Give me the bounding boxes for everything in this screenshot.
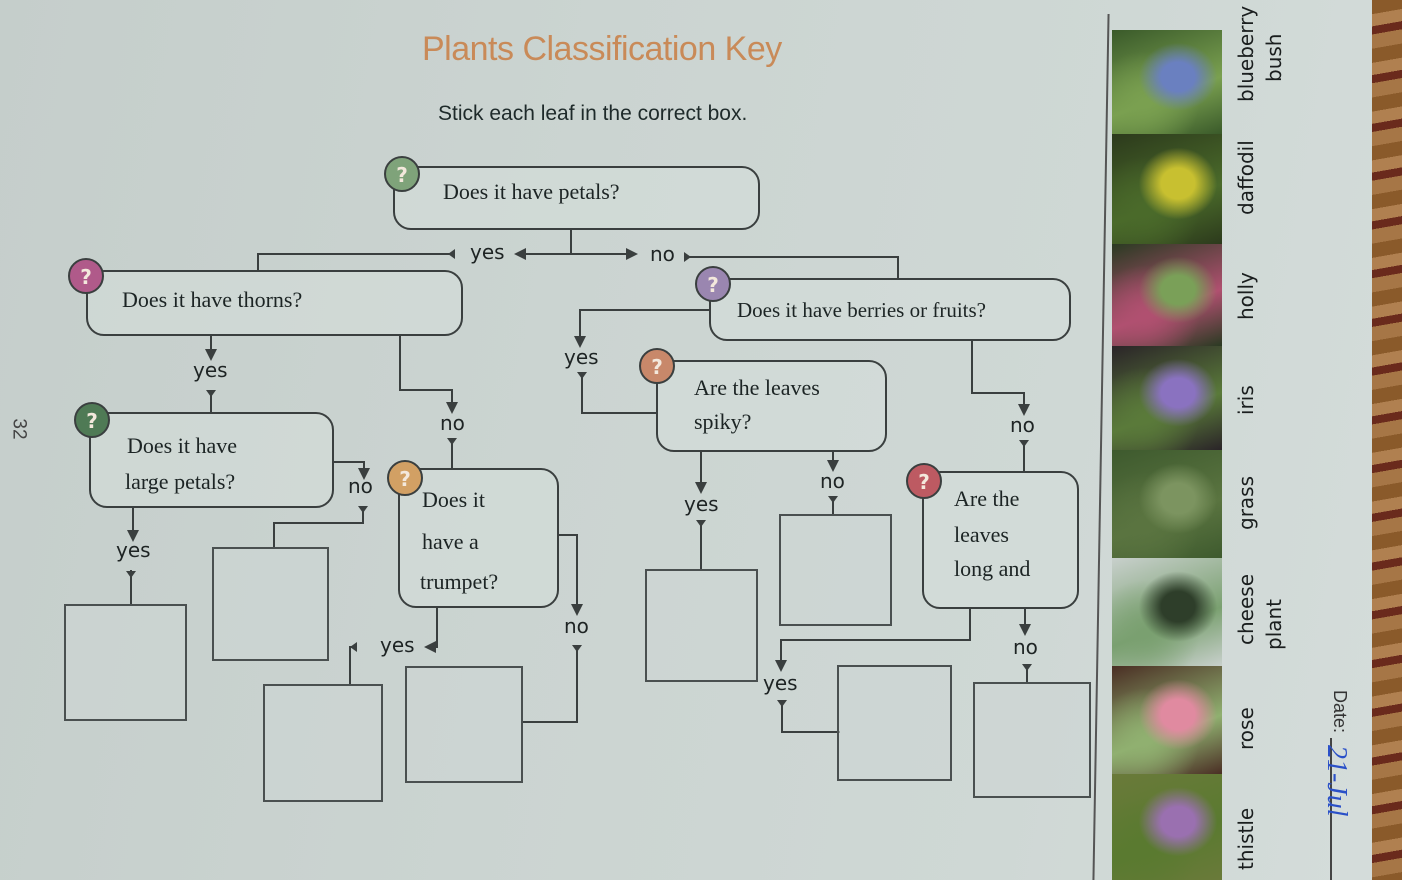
plant-label-iris: iris bbox=[1234, 385, 1258, 415]
branch-label-spiky-yes: yes bbox=[684, 492, 719, 516]
plant-photo-daffodil bbox=[1112, 134, 1222, 244]
branch-label-long-no: no bbox=[1013, 635, 1038, 659]
question-trumpet-line1: Does it bbox=[422, 487, 485, 512]
plant-photo-thistle bbox=[1112, 774, 1222, 880]
branch-label-trumpet-yes: yes bbox=[380, 633, 415, 657]
question-berries: Does it have berries or fruits? bbox=[709, 278, 1071, 341]
branch-label-large-petals-yes: yes bbox=[116, 538, 151, 562]
branch-label-long-yes: yes bbox=[763, 671, 798, 695]
question-trumpet-line2: have a bbox=[422, 529, 479, 554]
question-long-leaves-line3: long and bbox=[954, 556, 1031, 581]
date-label: Date: bbox=[1330, 690, 1350, 734]
arrowhead-q4-no-up bbox=[572, 645, 582, 652]
arrowhead-q6-yes-up bbox=[696, 520, 706, 527]
question-trumpet: Does it have a trumpet? bbox=[398, 468, 559, 608]
plant-photo-grass bbox=[1112, 450, 1222, 558]
question-large-petals-line2: large petals? bbox=[125, 469, 236, 494]
plant-label-blueberry: blueberry bbox=[1234, 5, 1258, 102]
arrowhead-q1-no-right bbox=[684, 252, 691, 262]
answer-box-long-yes[interactable] bbox=[837, 665, 952, 781]
connector-q5-yes bbox=[574, 309, 710, 348]
plant-photo-iris bbox=[1112, 346, 1222, 450]
question-mark-icon: ? bbox=[639, 348, 675, 384]
answer-box-large-petals-no[interactable] bbox=[212, 547, 329, 661]
question-spiky-line2: spiky? bbox=[694, 409, 752, 434]
question-thorns: Does it have thorns? bbox=[86, 270, 463, 336]
question-spiky: Are the leaves spiky? bbox=[656, 360, 887, 452]
arrowhead-q6-no-up bbox=[828, 496, 838, 503]
arrowhead-q3-yes-up bbox=[126, 571, 136, 578]
plant-label-daffodil: daffodil bbox=[1234, 140, 1258, 215]
answer-box-trumpet-no[interactable] bbox=[405, 666, 523, 783]
arrowhead-q2-yes-up bbox=[206, 390, 216, 397]
plant-photo-blueberry bbox=[1112, 30, 1222, 134]
answer-box-large-petals-yes[interactable] bbox=[64, 604, 187, 721]
question-mark-icon: ? bbox=[695, 266, 731, 302]
plant-label-holly: holly bbox=[1234, 272, 1258, 320]
question-trumpet-line3: trumpet? bbox=[420, 569, 499, 594]
arrowhead-q5-yes-up bbox=[577, 372, 587, 379]
plant-label-grass: grass bbox=[1234, 475, 1258, 530]
branch-label-thorns-no: no bbox=[440, 411, 465, 435]
question-large-petals-line1: Does it have bbox=[127, 433, 237, 458]
question-spiky-line1: Are the leaves bbox=[694, 375, 820, 400]
answer-box-trumpet-yes[interactable] bbox=[263, 684, 383, 802]
plant-label-cheese: cheese bbox=[1234, 573, 1258, 645]
question-mark-icon: ? bbox=[906, 463, 942, 499]
branch-label-petals-yes: yes bbox=[470, 240, 505, 264]
plant-label-rose: rose bbox=[1234, 707, 1258, 750]
question-mark-icon: ? bbox=[384, 156, 420, 192]
arrowhead-q2-no-up bbox=[447, 438, 457, 445]
answer-box-long-no[interactable] bbox=[973, 682, 1091, 798]
arrowhead-q7-yes-up bbox=[777, 700, 787, 707]
branch-label-spiky-no: no bbox=[820, 469, 845, 493]
question-thorns-text: Does it have thorns? bbox=[122, 287, 303, 312]
branch-label-large-petals-no: no bbox=[348, 474, 373, 498]
connector-q5-no bbox=[971, 340, 1030, 416]
plant-photo-strip: blueberry bush daffodil holly iris grass chees… bbox=[1112, 6, 1286, 880]
connector-q1-yes-to-q2 bbox=[257, 253, 455, 270]
connector-q4-yes-to-box bbox=[349, 646, 357, 686]
question-berries-text: Does it have berries or fruits? bbox=[737, 298, 986, 322]
branch-label-petals-no: no bbox=[650, 242, 675, 266]
arrowhead-q4-yes-left bbox=[350, 642, 357, 652]
question-petals: Does it have petals? bbox=[393, 166, 760, 230]
plant-photo-holly bbox=[1112, 244, 1222, 346]
plant-label-blueberry-line2: bush bbox=[1262, 33, 1286, 82]
connector-q7-yes-to-box bbox=[781, 700, 840, 733]
arrowhead-q5-no-up bbox=[1019, 440, 1029, 447]
date-value: 21-Jul bbox=[1321, 745, 1352, 817]
question-mark-icon: ? bbox=[387, 460, 423, 496]
arrowhead-q7-no-up bbox=[1022, 664, 1032, 671]
arrowhead-q1-yes-left bbox=[448, 249, 455, 259]
plant-photo-cheese bbox=[1112, 558, 1222, 666]
connector-q3-no bbox=[332, 461, 370, 480]
answer-box-spiky-no[interactable] bbox=[779, 514, 892, 626]
connector-q2-no bbox=[399, 336, 458, 414]
question-long-leaves: Are the leaves long and bbox=[922, 471, 1079, 609]
plant-label-cheese-line2: plant bbox=[1262, 598, 1286, 650]
branch-label-berries-no: no bbox=[1010, 413, 1035, 437]
question-mark-icon: ? bbox=[68, 258, 104, 294]
branch-label-thorns-yes: yes bbox=[193, 358, 228, 382]
question-petals-text: Does it have petals? bbox=[443, 179, 620, 204]
arrowhead-q3-no-up bbox=[358, 506, 368, 513]
question-mark-icon: ? bbox=[74, 402, 110, 438]
question-large-petals: Does it have large petals? bbox=[89, 412, 334, 508]
branch-label-trumpet-no: no bbox=[564, 614, 589, 638]
plant-label-thistle: thistle bbox=[1234, 807, 1258, 870]
answer-box-spiky-yes[interactable] bbox=[645, 569, 758, 682]
branch-label-berries-yes: yes bbox=[564, 345, 599, 369]
background-carpet bbox=[1372, 0, 1402, 880]
connector-q3-no-to-box bbox=[273, 506, 364, 548]
question-long-leaves-line2: leaves bbox=[954, 522, 1009, 547]
connector-q4-no-to-box bbox=[521, 645, 578, 723]
plant-photo-rose bbox=[1112, 666, 1222, 774]
question-long-leaves-line1: Are the bbox=[954, 486, 1020, 511]
connector-q4-yes bbox=[424, 607, 438, 653]
connector-q4-no bbox=[558, 534, 583, 616]
